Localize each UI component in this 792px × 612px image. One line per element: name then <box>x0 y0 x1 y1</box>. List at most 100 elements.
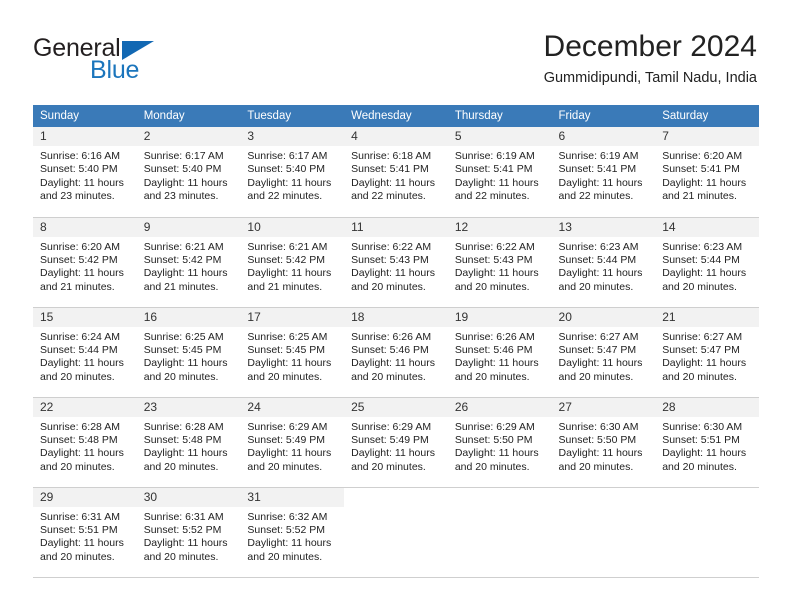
calendar-day-cell[interactable]: 23 Sunrise: 6:28 AM Sunset: 5:48 PM Dayligh… <box>136 397 241 488</box>
sunset-text: Sunset: 5:48 PM <box>143 433 222 446</box>
daylight-text-line1: Daylight: 11 hours <box>247 267 332 280</box>
calendar-day-cell[interactable]: 9 Sunrise: 6:21 AM Sunset: 5:42 PM Daylight… <box>136 217 241 308</box>
page-subtitle: Gummidipundi, Tamil Nadu, India <box>543 70 757 86</box>
daylight-text-line1: Daylight: 11 hours <box>662 176 747 189</box>
general-blue-logo[interactable]: General Blue <box>33 34 233 84</box>
daylight-text-line2: and 23 minutes. <box>143 190 219 203</box>
sunrise-text: Sunrise: 6:17 AM <box>143 150 224 162</box>
calendar-day-cell[interactable]: 19 Sunrise: 6:26 AM Sunset: 5:46 PM Dayligh… <box>447 307 552 398</box>
daylight-text-line1: Daylight: 11 hours <box>247 447 332 460</box>
calendar-day-cell[interactable]: 28 Sunrise: 6:30 AM Sunset: 5:51 PM Dayligh… <box>655 397 759 488</box>
calendar-day-cell[interactable]: 8 Sunrise: 6:20 AM Sunset: 5:42 PM Daylight… <box>33 217 137 308</box>
calendar-day-cell[interactable]: 21 Sunrise: 6:27 AM Sunset: 5:47 PM Dayligh… <box>655 307 759 398</box>
day-details: Sunrise: 6:27 AM Sunset: 5:47 PM Daylight:… <box>655 327 759 385</box>
daylight-text-line1: Daylight: 11 hours <box>143 357 228 370</box>
sunrise-text: Sunrise: 6:22 AM <box>351 240 432 253</box>
day-details: Sunrise: 6:25 AM Sunset: 5:45 PM Daylight:… <box>137 327 241 385</box>
sunrise-text: Sunrise: 6:24 AM <box>40 330 120 343</box>
daylight-text-line1: Daylight: 11 hours <box>351 176 435 189</box>
calendar-day-cell[interactable]: 4 Sunrise: 6:18 AM Sunset: 5:41 PM Daylight… <box>344 127 448 218</box>
daylight-text-line2: and 21 minutes. <box>40 280 115 293</box>
daylight-text-line1: Daylight: 11 hours <box>558 447 643 460</box>
calendar-day-cell[interactable]: 14 Sunrise: 6:23 AM Sunset: 5:44 PM Dayligh… <box>655 217 759 308</box>
sunrise-text: Sunrise: 6:25 AM <box>143 330 224 343</box>
sunrise-text: Sunrise: 6:32 AM <box>247 510 328 523</box>
calendar-day-cell[interactable]: 6 Sunrise: 6:19 AM Sunset: 5:41 PM Daylight… <box>551 127 656 218</box>
daylight-text-line2: and 21 minutes. <box>662 190 737 203</box>
weekday-header-tuesday: Tuesday <box>240 105 345 127</box>
calendar-day-cell[interactable]: 12 Sunrise: 6:22 AM Sunset: 5:43 PM Dayligh… <box>447 217 552 308</box>
day-details: Sunrise: 6:17 AM Sunset: 5:40 PM Daylight:… <box>240 146 344 204</box>
day-number: 10 <box>240 217 345 237</box>
sunset-text: Sunset: 5:45 PM <box>247 343 326 356</box>
sunset-text: Sunset: 5:41 PM <box>662 163 740 176</box>
day-number: 28 <box>655 397 759 417</box>
sunset-text: Sunset: 5:52 PM <box>143 523 222 536</box>
daylight-text-line2: and 20 minutes. <box>662 460 737 473</box>
calendar-day-cell[interactable]: 16 Sunrise: 6:25 AM Sunset: 5:45 PM Dayligh… <box>136 307 241 398</box>
day-number: 23 <box>136 397 241 417</box>
daylight-text-line2: and 20 minutes. <box>143 460 219 473</box>
daylight-text-line1: Daylight: 11 hours <box>143 176 228 189</box>
sunrise-text: Sunrise: 6:16 AM <box>40 150 120 162</box>
day-details: Sunrise: 6:26 AM Sunset: 5:46 PM Daylight:… <box>344 327 448 385</box>
daylight-text-line1: Daylight: 11 hours <box>40 357 124 370</box>
weekday-header-friday: Friday <box>551 105 656 127</box>
day-number: 11 <box>344 217 448 237</box>
calendar-day-cell[interactable]: 13 Sunrise: 6:23 AM Sunset: 5:44 PM Dayligh… <box>551 217 656 308</box>
calendar-day-cell[interactable]: 7 Sunrise: 6:20 AM Sunset: 5:41 PM Daylight… <box>655 127 759 218</box>
sunrise-text: Sunrise: 6:23 AM <box>558 240 639 253</box>
day-details: Sunrise: 6:29 AM Sunset: 5:49 PM Daylight:… <box>344 417 448 475</box>
calendar-day-cell[interactable]: 11 Sunrise: 6:22 AM Sunset: 5:43 PM Dayligh… <box>344 217 448 308</box>
page-title: December 2024 <box>543 30 757 63</box>
daylight-text-line1: Daylight: 11 hours <box>558 176 643 189</box>
day-number: 5 <box>447 127 552 146</box>
calendar-day-cell[interactable]: 25 Sunrise: 6:29 AM Sunset: 5:49 PM Dayligh… <box>344 397 448 488</box>
day-number: 25 <box>344 397 448 417</box>
calendar-day-cell[interactable]: 18 Sunrise: 6:26 AM Sunset: 5:46 PM Dayligh… <box>344 307 448 398</box>
daylight-text-line2: and 20 minutes. <box>558 460 634 473</box>
calendar-day-cell[interactable]: 15 Sunrise: 6:24 AM Sunset: 5:44 PM Dayligh… <box>33 307 137 398</box>
day-number: 17 <box>240 307 345 327</box>
sunset-text: Sunset: 5:43 PM <box>351 253 429 266</box>
sunset-text: Sunset: 5:50 PM <box>558 433 637 446</box>
calendar-day-cell[interactable]: 24 Sunrise: 6:29 AM Sunset: 5:49 PM Dayligh… <box>240 397 345 488</box>
calendar-day-cell[interactable]: 2 Sunrise: 6:17 AM Sunset: 5:40 PM Daylight… <box>136 127 241 218</box>
calendar-day-cell[interactable]: 31 Sunrise: 6:32 AM Sunset: 5:52 PM Dayligh… <box>240 487 345 578</box>
calendar-day-cell[interactable]: 27 Sunrise: 6:30 AM Sunset: 5:50 PM Dayligh… <box>551 397 656 488</box>
day-details: Sunrise: 6:19 AM Sunset: 5:41 PM Daylight:… <box>552 146 656 204</box>
sunset-text: Sunset: 5:51 PM <box>662 433 740 446</box>
calendar-day-cell[interactable]: 3 Sunrise: 6:17 AM Sunset: 5:40 PM Daylight… <box>240 127 345 218</box>
daylight-text-line2: and 20 minutes. <box>454 280 530 293</box>
calendar-day-cell[interactable]: 26 Sunrise: 6:29 AM Sunset: 5:50 PM Dayligh… <box>447 397 552 488</box>
day-number-blank <box>447 487 552 507</box>
calendar-day-cell[interactable]: 1 Sunrise: 6:16 AM Sunset: 5:40 PM Daylight… <box>33 127 137 218</box>
sunset-text: Sunset: 5:49 PM <box>351 433 429 446</box>
daylight-text-line2: and 20 minutes. <box>662 280 737 293</box>
calendar-day-cell[interactable]: 5 Sunrise: 6:19 AM Sunset: 5:41 PM Daylight… <box>447 127 552 218</box>
day-details: Sunrise: 6:21 AM Sunset: 5:42 PM Daylight:… <box>240 237 344 295</box>
sunset-text: Sunset: 5:44 PM <box>40 343 118 356</box>
weekday-header-sunday: Sunday <box>33 105 137 127</box>
calendar-day-cell[interactable]: 22 Sunrise: 6:28 AM Sunset: 5:48 PM Dayligh… <box>33 397 137 488</box>
day-number: 4 <box>344 127 448 146</box>
calendar-day-cell[interactable]: 20 Sunrise: 6:27 AM Sunset: 5:47 PM Dayligh… <box>551 307 656 398</box>
calendar-day-cell[interactable]: 30 Sunrise: 6:31 AM Sunset: 5:52 PM Dayligh… <box>136 487 241 578</box>
calendar-day-cell[interactable]: 17 Sunrise: 6:25 AM Sunset: 5:45 PM Dayligh… <box>240 307 345 398</box>
day-number: 16 <box>136 307 241 327</box>
day-number-blank <box>655 487 759 507</box>
calendar-day-cell[interactable]: 10 Sunrise: 6:21 AM Sunset: 5:42 PM Dayligh… <box>240 217 345 308</box>
sunrise-text: Sunrise: 6:31 AM <box>143 510 224 523</box>
sunrise-text: Sunrise: 6:22 AM <box>454 240 535 253</box>
daylight-text-line2: and 21 minutes. <box>247 280 323 293</box>
day-number: 9 <box>136 217 241 237</box>
day-number: 19 <box>447 307 552 327</box>
calendar-day-cell[interactable]: 29 Sunrise: 6:31 AM Sunset: 5:51 PM Dayligh… <box>33 487 137 578</box>
day-details: Sunrise: 6:26 AM Sunset: 5:46 PM Daylight:… <box>448 327 552 385</box>
weekday-header-monday: Monday <box>136 105 241 127</box>
sunrise-text: Sunrise: 6:21 AM <box>247 240 328 253</box>
calendar-week-row: 1 Sunrise: 6:16 AM Sunset: 5:40 PM Daylight… <box>33 127 759 218</box>
daylight-text-line1: Daylight: 11 hours <box>247 537 332 550</box>
day-number: 30 <box>136 487 241 507</box>
sunset-text: Sunset: 5:47 PM <box>558 343 637 356</box>
